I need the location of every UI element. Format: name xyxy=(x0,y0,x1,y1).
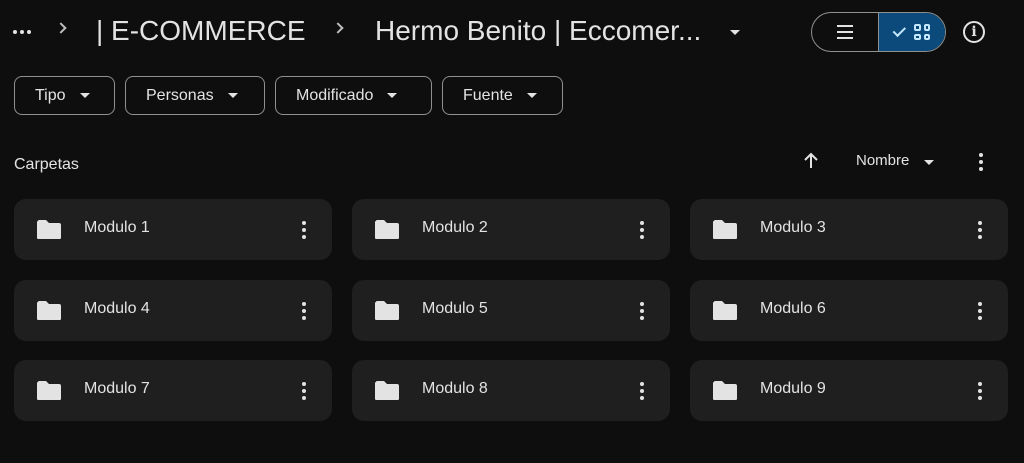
folder-name: Modulo 5 xyxy=(422,300,488,317)
folder-name: Modulo 2 xyxy=(422,219,488,236)
check-icon xyxy=(892,23,907,37)
folder-name: Modulo 9 xyxy=(760,380,826,397)
more-vert-icon[interactable] xyxy=(632,378,652,404)
folder-icon xyxy=(713,220,737,239)
folder-icon xyxy=(375,220,399,239)
folder-card[interactable]: Modulo 3 xyxy=(690,199,1008,260)
more-vert-icon[interactable] xyxy=(294,217,314,243)
filter-personas[interactable]: Personas xyxy=(125,76,265,115)
grid-view-icon xyxy=(914,24,930,40)
dropdown-icon xyxy=(526,93,537,98)
folder-icon xyxy=(375,381,399,400)
folder-card[interactable]: Modulo 4 xyxy=(14,280,332,341)
folder-card[interactable]: Modulo 7 xyxy=(14,360,332,421)
sort-arrow-icon[interactable] xyxy=(801,151,821,171)
folder-card[interactable]: Modulo 9 xyxy=(690,360,1008,421)
dropdown-icon[interactable] xyxy=(924,160,934,165)
filter-label: Tipo xyxy=(35,86,66,104)
folder-name: Modulo 7 xyxy=(84,380,150,397)
folder-name: Modulo 8 xyxy=(422,380,488,397)
folder-name: Modulo 4 xyxy=(84,300,150,317)
view-toggle xyxy=(811,12,946,52)
filter-fuente[interactable]: Fuente xyxy=(442,76,563,115)
dropdown-icon xyxy=(387,93,398,98)
more-vert-icon[interactable] xyxy=(294,378,314,404)
info-icon[interactable]: i xyxy=(963,21,985,43)
folder-icon xyxy=(713,381,737,400)
section-title: Carpetas xyxy=(14,156,79,173)
filter-modificado[interactable]: Modificado xyxy=(275,76,432,115)
chevron-right-icon xyxy=(55,22,67,34)
breadcrumb-parent[interactable]: | E-COMMERCE xyxy=(96,15,306,47)
folder-icon xyxy=(37,381,61,400)
more-vert-icon[interactable] xyxy=(971,150,991,174)
filter-tipo[interactable]: Tipo xyxy=(14,76,115,115)
folder-card[interactable]: Modulo 8 xyxy=(352,360,670,421)
dropdown-icon xyxy=(79,93,90,98)
more-vert-icon[interactable] xyxy=(632,298,652,324)
filter-label: Personas xyxy=(146,86,214,104)
filter-label: Modificado xyxy=(296,86,374,104)
folder-icon xyxy=(375,301,399,320)
folder-name: Modulo 3 xyxy=(760,219,826,236)
folder-card[interactable]: Modulo 2 xyxy=(352,199,670,260)
filter-label: Fuente xyxy=(463,86,513,104)
more-vert-icon[interactable] xyxy=(970,298,990,324)
header: | E-COMMERCE Hermo Benito | Eccomer... i xyxy=(0,0,1024,64)
folder-name: Modulo 6 xyxy=(760,300,826,317)
folder-card[interactable]: Modulo 5 xyxy=(352,280,670,341)
more-vert-icon[interactable] xyxy=(970,217,990,243)
folder-name: Modulo 1 xyxy=(84,219,150,236)
sort-button[interactable]: Nombre xyxy=(856,152,909,169)
folder-card[interactable]: Modulo 6 xyxy=(690,280,1008,341)
folder-icon xyxy=(37,220,61,239)
more-vert-icon[interactable] xyxy=(970,378,990,404)
folder-icon xyxy=(713,301,737,320)
breadcrumb-current[interactable]: Hermo Benito | Eccomer... xyxy=(375,15,701,47)
more-vert-icon[interactable] xyxy=(294,298,314,324)
list-view-button[interactable] xyxy=(812,13,878,51)
dropdown-icon[interactable] xyxy=(730,30,740,35)
more-vert-icon[interactable] xyxy=(632,217,652,243)
more-icon[interactable] xyxy=(10,20,34,44)
chevron-right-icon xyxy=(332,22,344,34)
grid-view-button[interactable] xyxy=(878,13,945,51)
dropdown-icon xyxy=(227,93,238,98)
folder-icon xyxy=(37,301,61,320)
folder-card[interactable]: Modulo 1 xyxy=(14,199,332,260)
